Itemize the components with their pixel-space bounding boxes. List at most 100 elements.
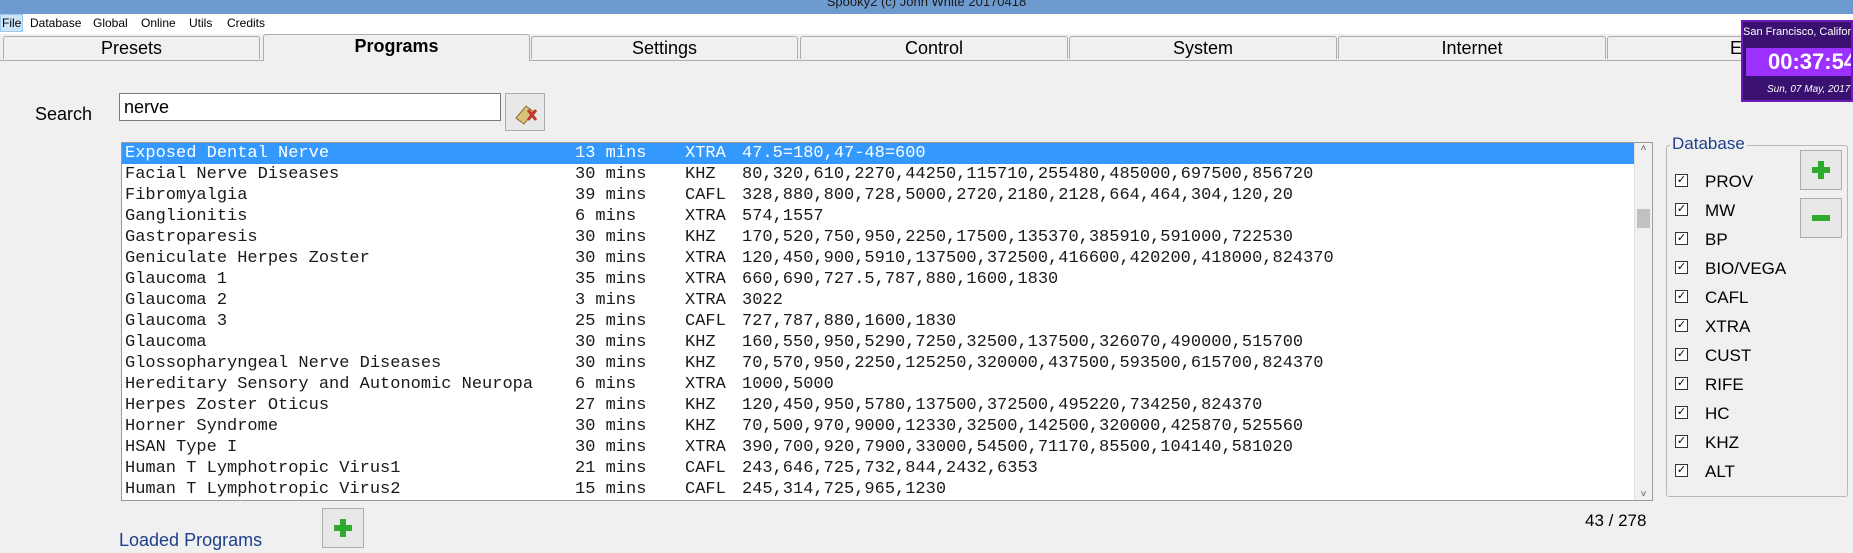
- program-duration: 15 mins: [575, 480, 647, 499]
- tab-system[interactable]: System: [1069, 36, 1337, 59]
- menu-utils[interactable]: Utils: [189, 16, 212, 30]
- program-name: Fibromyalgia: [125, 186, 248, 205]
- menu-database[interactable]: Database: [30, 16, 81, 30]
- checkmark-icon: ✓: [1675, 348, 1688, 361]
- checkmark-icon: ✓: [1675, 232, 1688, 245]
- tab-internet[interactable]: Internet: [1338, 36, 1606, 59]
- program-frequencies: 574,1557: [742, 207, 824, 226]
- program-row[interactable]: Gastroparesis 30 mins KHZ 170,520,750,950,2…: [122, 227, 1635, 248]
- search-input[interactable]: [119, 93, 501, 121]
- clear-search-button[interactable]: [505, 93, 545, 131]
- minus-icon: [1812, 215, 1830, 221]
- checkmark-icon: ✓: [1675, 261, 1688, 274]
- database-checkbox-label: BP: [1705, 230, 1728, 249]
- scroll-up-arrow-icon[interactable]: ˄: [1635, 143, 1652, 154]
- program-row[interactable]: Glaucoma 1 35 mins XTRA 660,690,727.5,787,8…: [122, 269, 1635, 290]
- program-row[interactable]: Human T Lymphotropic Virus1 21 mins CAFL 24…: [122, 458, 1635, 479]
- scroll-down-arrow-icon[interactable]: ˅: [1635, 489, 1652, 500]
- program-frequencies: 160,550,950,5290,7250,32500,137500,32607…: [742, 333, 1304, 352]
- menu-global[interactable]: Global: [93, 16, 128, 30]
- program-row[interactable]: HSAN Type I 30 mins XTRA 390,700,920,7900,3…: [122, 437, 1635, 458]
- tab-settings[interactable]: Settings: [531, 36, 798, 59]
- program-row[interactable]: Fibromyalgia 39 mins CAFL 328,880,800,728,5…: [122, 185, 1635, 206]
- program-name: Geniculate Herpes Zoster: [125, 249, 370, 268]
- program-row[interactable]: Ganglionitis 6 mins XTRA 574,1557: [122, 206, 1635, 227]
- database-checkbox-label: RIFE: [1705, 375, 1744, 394]
- program-frequencies: 660,690,727.5,787,880,1600,1830: [742, 270, 1059, 289]
- program-duration: 6 mins: [575, 375, 637, 394]
- program-name: Glaucoma 3: [125, 312, 228, 331]
- program-name: Horner Syndrome: [125, 417, 279, 436]
- program-database: XTRA: [685, 375, 726, 394]
- program-row[interactable]: Glaucoma 3 25 mins CAFL 727,787,880,1600,18…: [122, 311, 1635, 332]
- database-checkbox-label: ALT: [1705, 462, 1735, 481]
- program-duration: 30 mins: [575, 354, 647, 373]
- database-checkbox-label: KHZ: [1705, 433, 1739, 452]
- checkmark-icon: ✓: [1675, 203, 1688, 216]
- tab-control[interactable]: Control: [800, 36, 1068, 59]
- program-row[interactable]: Geniculate Herpes Zoster 30 mins XTRA 120,4…: [122, 248, 1635, 269]
- add-loaded-program-button[interactable]: [322, 508, 364, 548]
- program-row[interactable]: Horner Syndrome 30 mins KHZ 70,500,970,9000…: [122, 416, 1635, 437]
- program-database: XTRA: [685, 438, 726, 457]
- program-frequencies: 243,646,725,732,844,2432,6353: [742, 459, 1038, 478]
- program-name: Herpes Zoster Oticus: [125, 396, 330, 415]
- clock-date: Sun, 07 May, 2017: [1767, 84, 1851, 95]
- database-checkbox-label: CAFL: [1705, 288, 1749, 307]
- program-name: Facial Nerve Diseases: [125, 165, 340, 184]
- program-frequencies: 245,314,725,965,1230: [742, 480, 947, 499]
- program-row[interactable]: Herpes Zoster Oticus 27 mins KHZ 120,450,95…: [122, 395, 1635, 416]
- program-duration: 25 mins: [575, 312, 647, 331]
- program-database: KHZ: [685, 396, 716, 415]
- program-database: KHZ: [685, 333, 716, 352]
- menu-file[interactable]: File: [0, 14, 24, 32]
- scroll-thumb[interactable]: [1637, 209, 1650, 228]
- program-duration: 21 mins: [575, 459, 647, 478]
- program-database: XTRA: [685, 144, 726, 163]
- program-list-scrollbar[interactable]: ˄ ˅: [1634, 143, 1652, 500]
- program-duration: 35 mins: [575, 270, 647, 289]
- program-database: KHZ: [685, 417, 716, 436]
- program-duration: 30 mins: [575, 417, 647, 436]
- tab-presets[interactable]: Presets: [3, 36, 260, 59]
- window-title: Spooky2 (c) John White 20170418: [826, 0, 1027, 9]
- eraser-icon: [515, 105, 538, 125]
- database-checkbox-label: PROV: [1705, 172, 1754, 191]
- menu-credits[interactable]: Credits: [227, 16, 265, 30]
- program-duration: 27 mins: [575, 396, 647, 415]
- program-database: KHZ: [685, 165, 716, 184]
- remove-database-button[interactable]: [1800, 198, 1842, 238]
- program-duration: 39 mins: [575, 186, 647, 205]
- program-row[interactable]: Glossopharyngeal Nerve Diseases 30 mins KH…: [122, 353, 1635, 374]
- program-database: XTRA: [685, 207, 726, 226]
- program-database: XTRA: [685, 270, 726, 289]
- program-frequencies: 3022: [742, 291, 783, 310]
- program-frequencies: 170,520,750,950,2250,17500,135370,385910…: [742, 228, 1293, 247]
- checkmark-icon: ✓: [1675, 319, 1688, 332]
- program-database: KHZ: [685, 228, 716, 247]
- database-checkbox-label: BIO/VEGA: [1705, 259, 1787, 278]
- program-row[interactable]: Glaucoma 2 3 mins XTRA 3022: [122, 290, 1635, 311]
- program-database: CAFL: [685, 459, 726, 478]
- database-checkbox-label: CUST: [1705, 346, 1752, 365]
- program-frequencies: 70,500,970,9000,12330,32500,142500,32000…: [742, 417, 1304, 436]
- program-frequencies: 328,880,800,728,5000,2720,2180,2128,664,…: [742, 186, 1293, 205]
- database-group-title: Database: [1670, 134, 1747, 154]
- program-row[interactable]: Exposed Dental Nerve 13 mins XTRA 47.5=180,…: [122, 143, 1635, 164]
- program-list[interactable]: Exposed Dental Nerve 13 mins XTRA 47.5=180,…: [121, 142, 1653, 501]
- program-row[interactable]: Human T Lymphotropic Virus2 15 mins CAFL 24…: [122, 479, 1635, 500]
- program-row[interactable]: Hereditary Sensory and Autonomic Neuropa…: [122, 374, 1635, 395]
- program-row[interactable]: Facial Nerve Diseases 30 mins KHZ 80,320,61…: [122, 164, 1635, 185]
- program-row[interactable]: Glaucoma 30 mins KHZ 160,550,950,5290,7250,…: [122, 332, 1635, 353]
- checkmark-icon: ✓: [1675, 290, 1688, 303]
- database-checkbox-label: XTRA: [1705, 317, 1751, 336]
- search-label: Search: [35, 104, 93, 124]
- program-duration: 13 mins: [575, 144, 647, 163]
- checkmark-icon: ✓: [1675, 464, 1688, 477]
- database-checkbox-label: HC: [1705, 404, 1730, 423]
- program-name: Glaucoma 1: [125, 270, 228, 289]
- tab-programs[interactable]: Programs: [263, 34, 530, 61]
- add-database-button[interactable]: [1800, 150, 1842, 190]
- plus-icon: [334, 519, 352, 537]
- menu-online[interactable]: Online: [141, 16, 176, 30]
